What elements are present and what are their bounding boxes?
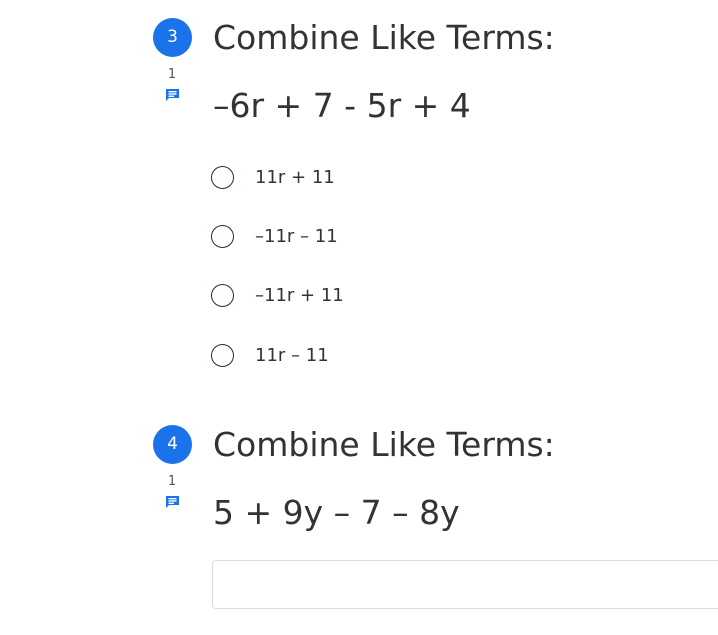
comment-icon[interactable]: [165, 88, 180, 101]
question-title: Combine Like Terms:: [213, 425, 555, 464]
radio-button[interactable]: [211, 343, 234, 367]
comment-count: 1: [167, 474, 177, 489]
option-label: 11r – 11: [255, 344, 329, 366]
answer-option[interactable]: –11r – 11: [211, 222, 338, 250]
radio-button[interactable]: [211, 283, 234, 307]
question-expression: 5 + 9y – 7 – 8y: [213, 493, 460, 532]
radio-button[interactable]: [211, 165, 234, 189]
answer-option[interactable]: 11r + 11: [211, 163, 335, 191]
option-label: 11r + 11: [255, 166, 335, 188]
comment-count: 1: [167, 67, 177, 82]
answer-option[interactable]: –11r + 11: [211, 281, 344, 309]
question-number-badge: 3: [153, 18, 192, 57]
question-number-badge: 4: [153, 425, 192, 464]
question-title: Combine Like Terms:: [213, 18, 555, 57]
question-expression: –6r + 7 - 5r + 4: [213, 86, 471, 125]
option-label: –11r – 11: [255, 225, 338, 247]
option-label: –11r + 11: [255, 284, 344, 306]
answer-input[interactable]: [212, 560, 718, 609]
radio-button[interactable]: [211, 224, 234, 248]
answer-option[interactable]: 11r – 11: [211, 341, 329, 369]
comment-icon[interactable]: [165, 495, 180, 508]
